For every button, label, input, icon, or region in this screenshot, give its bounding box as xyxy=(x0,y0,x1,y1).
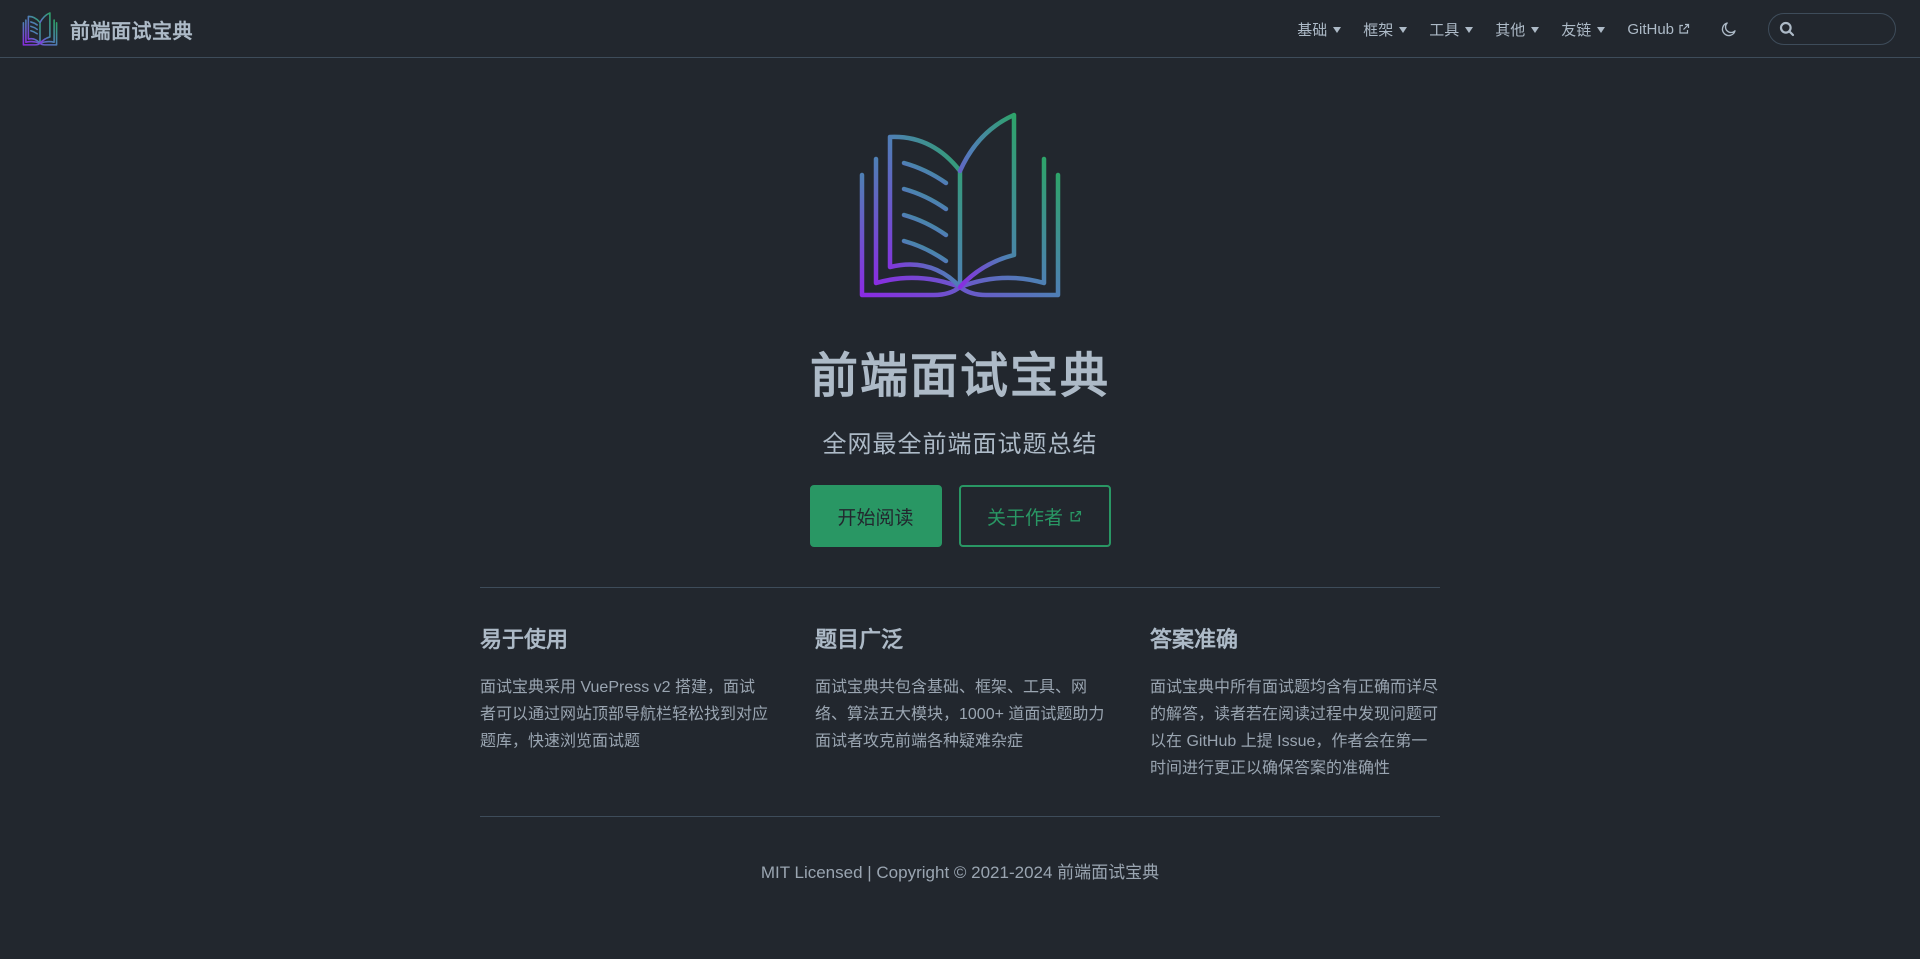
site-title: 前端面试宝典 xyxy=(70,20,193,43)
feature-details: 面试宝典采用 VuePress v2 搭建，面试者可以通过网站顶部导航栏轻松找到… xyxy=(480,679,769,750)
nav-dropdown-label: 框架 xyxy=(1363,21,1394,39)
features: 易于使用 面试宝典采用 VuePress v2 搭建，面试者可以通过网站顶部导航… xyxy=(480,624,1440,782)
nav-dropdown-label: 友链 xyxy=(1561,21,1592,39)
hero-tagline: 全网最全前端面试题总结 xyxy=(822,431,1098,458)
about-author-button[interactable]: 关于作者 xyxy=(958,485,1111,547)
search-box[interactable] xyxy=(1768,13,1896,45)
hero-title: 前端面试宝典 xyxy=(809,350,1110,403)
search-icon xyxy=(1779,21,1795,37)
caret-down-icon xyxy=(1399,26,1408,33)
feature-title: 答案准确 xyxy=(1150,627,1239,652)
feature-wide-coverage: 题目广泛 面试宝典共包含基础、框架、工具、网络、算法五大模块，1000+ 道面试… xyxy=(815,624,1105,782)
footer-top-divider xyxy=(480,816,1440,817)
feature-details: 面试宝典共包含基础、框架、工具、网络、算法五大模块，1000+ 道面试题助力面试… xyxy=(815,679,1105,750)
moon-icon xyxy=(1720,20,1738,38)
nav-link-github[interactable]: GitHub xyxy=(1627,21,1690,38)
nav-dropdown-label: 工具 xyxy=(1429,21,1460,39)
button-label: 开始阅读 xyxy=(837,507,914,529)
features-top-divider xyxy=(480,587,1440,588)
navbar: 前端面试宝典 基础 框架 工具 其他 友链 GitHub xyxy=(0,0,1920,58)
nav-dropdown-frameworks[interactable]: 框架 xyxy=(1363,19,1408,40)
feature-title: 题目广泛 xyxy=(815,627,904,652)
nav-dropdown-tools[interactable]: 工具 xyxy=(1429,19,1474,40)
nav-dropdown-label: 其他 xyxy=(1495,21,1526,39)
feature-details: 面试宝典中所有面试题均含有正确而详尽的解答，读者若在阅读过程中发现问题可以在 G… xyxy=(1150,679,1439,777)
external-link-icon xyxy=(1678,23,1690,35)
nav-dropdown-basics[interactable]: 基础 xyxy=(1297,19,1342,40)
book-logo-icon xyxy=(22,12,58,46)
start-reading-button[interactable]: 开始阅读 xyxy=(809,485,942,547)
nav-link-label: GitHub xyxy=(1627,20,1674,38)
theme-toggle-button[interactable] xyxy=(1718,18,1740,40)
feature-easy-to-use: 易于使用 面试宝典采用 VuePress v2 搭建，面试者可以通过网站顶部导航… xyxy=(480,624,770,782)
nav-dropdown-friend-links[interactable]: 友链 xyxy=(1561,19,1606,40)
hero-book-logo-icon xyxy=(858,111,1062,301)
caret-down-icon xyxy=(1465,26,1474,33)
site-brand-link[interactable]: 前端面试宝典 xyxy=(22,12,193,46)
nav-dropdown-label: 基础 xyxy=(1297,21,1328,39)
caret-down-icon xyxy=(1531,26,1540,33)
hero-actions: 开始阅读 关于作者 xyxy=(0,485,1920,547)
footer: MIT Licensed | Copyright © 2021-2024 前端面… xyxy=(760,863,1160,882)
button-label: 关于作者 xyxy=(986,507,1063,529)
feature-accurate-answers: 答案准确 面试宝典中所有面试题均含有正确而详尽的解答，读者若在阅读过程中发现问题… xyxy=(1150,624,1440,782)
caret-down-icon xyxy=(1333,26,1342,33)
nav-links: 基础 框架 工具 其他 友链 GitHub xyxy=(1297,0,1920,58)
caret-down-icon xyxy=(1597,26,1606,33)
external-link-icon xyxy=(1069,510,1082,523)
feature-title: 易于使用 xyxy=(480,627,569,652)
search-input[interactable] xyxy=(1801,20,1891,38)
nav-dropdown-others[interactable]: 其他 xyxy=(1495,19,1540,40)
